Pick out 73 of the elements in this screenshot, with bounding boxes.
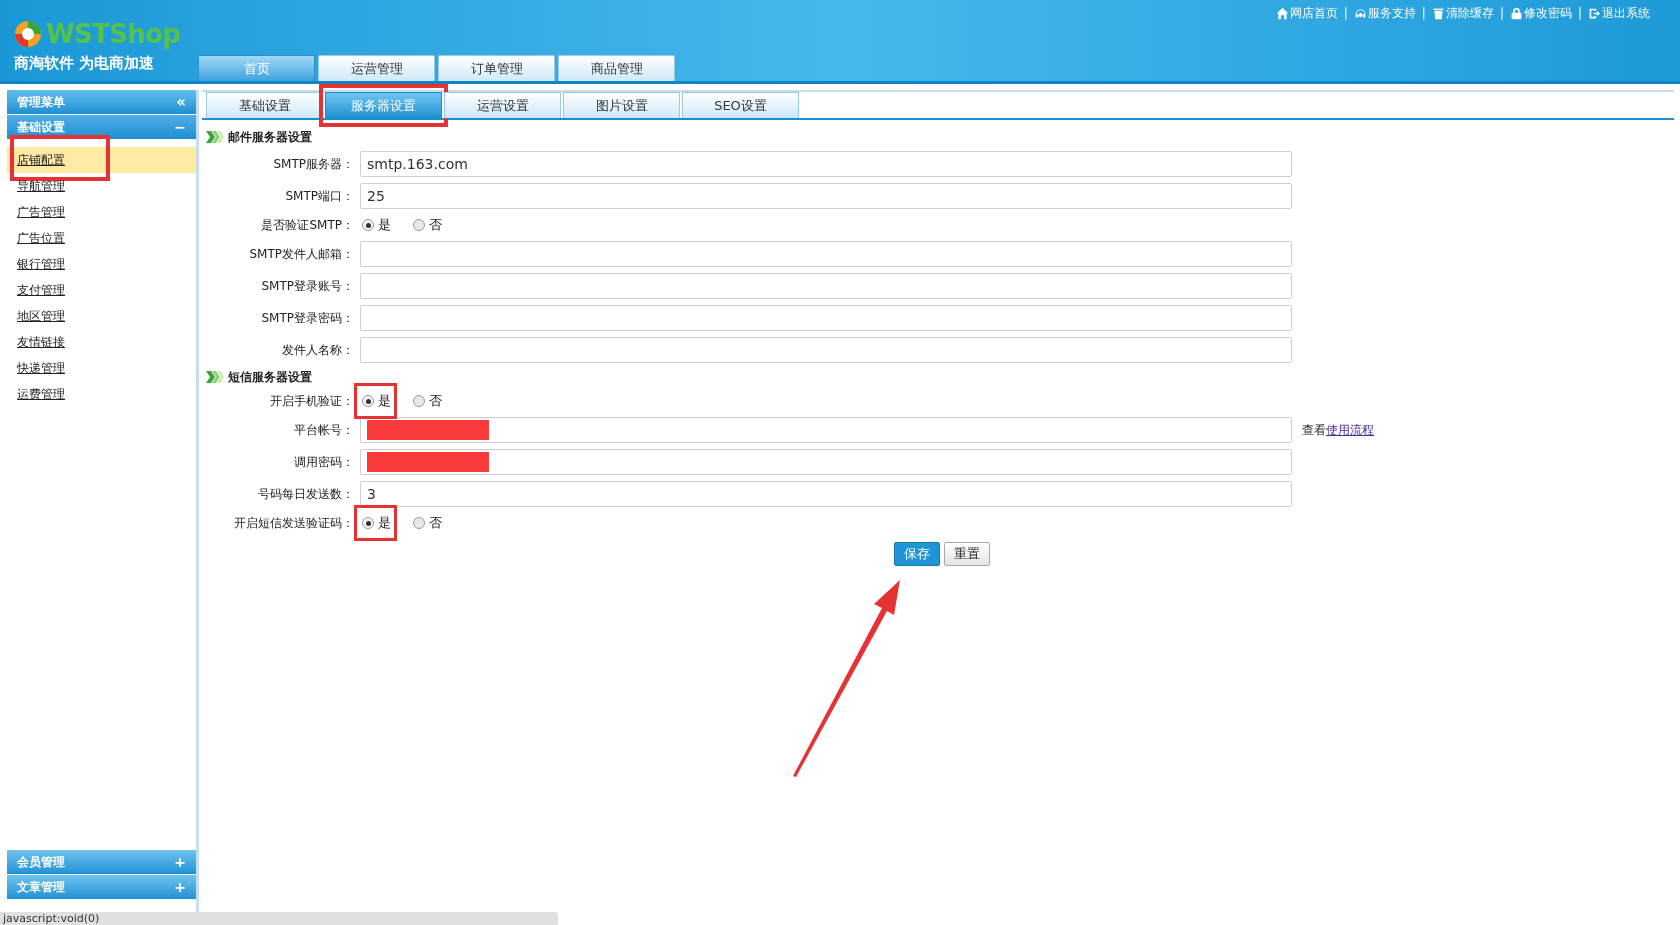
sidebar-item[interactable]: 运费管理	[7, 381, 196, 407]
help-note: 查看使用流程	[1302, 422, 1374, 439]
settings-tab[interactable]: SEO设置	[682, 92, 799, 118]
text-field[interactable]: smtp.163.com	[360, 151, 1292, 177]
settings-tab[interactable]: 运营设置	[444, 92, 561, 118]
radio-option[interactable]: 是	[362, 215, 391, 235]
trash-icon	[1431, 6, 1445, 20]
field-label: 开启手机验证：	[269, 393, 355, 410]
field-label: SMTP服务器：	[272, 156, 355, 173]
radio-button[interactable]	[413, 517, 425, 529]
radio-button[interactable]	[362, 517, 374, 529]
text-field[interactable]: 3	[360, 481, 1292, 507]
home-icon	[1275, 6, 1289, 20]
sidebar-item[interactable]: 快递管理	[7, 355, 196, 381]
separator: |	[1421, 5, 1426, 22]
sidebar-item[interactable]: 地区管理	[7, 303, 196, 329]
logo-text: WSTShop	[46, 21, 181, 47]
status-bar: javascript:void(0)	[0, 912, 558, 925]
section-title: 邮件服务器设置	[228, 129, 312, 146]
field-label: 开启短信发送验证码：	[233, 515, 355, 532]
group-label: 文章管理	[17, 879, 65, 896]
radio-button[interactable]	[362, 395, 374, 407]
text-field[interactable]: 25	[360, 183, 1292, 209]
field-label: 调用密码：	[293, 454, 355, 471]
radio-option[interactable]: 否	[413, 513, 442, 533]
field-label: SMTP端口：	[284, 188, 355, 205]
nav-tab[interactable]: 运营管理	[318, 55, 435, 81]
field-label: 号码每日发送数：	[257, 486, 355, 503]
logo-slogan: 商淘软件 为电商加速	[14, 53, 156, 74]
radio-option[interactable]: 是	[362, 391, 391, 411]
lock-icon	[1509, 6, 1523, 20]
separator: |	[1499, 5, 1504, 22]
field-label: 平台帐号：	[293, 422, 355, 439]
sidebar-item[interactable]: 支付管理	[7, 277, 196, 303]
chevrons-icon	[206, 131, 224, 143]
headset-icon	[1353, 6, 1367, 20]
text-field[interactable]	[360, 305, 1292, 331]
text-field[interactable]	[360, 417, 1292, 443]
field-label: 发件人名称：	[281, 342, 355, 359]
text-field[interactable]	[360, 273, 1292, 299]
group-label: 基础设置	[17, 119, 65, 136]
separator: |	[1577, 5, 1582, 22]
logo-icon	[14, 20, 42, 48]
group-label: 会员管理	[17, 854, 65, 871]
radio-option[interactable]: 是	[362, 513, 391, 533]
sidebar-item[interactable]: 店铺配置	[7, 147, 196, 173]
nav-tab[interactable]: 商品管理	[558, 55, 675, 81]
chevrons-icon	[206, 371, 224, 383]
text-field[interactable]	[360, 337, 1292, 363]
section-title: 短信服务器设置	[228, 369, 312, 386]
settings-tab[interactable]: 图片设置	[563, 92, 680, 118]
field-label: SMTP发件人邮箱：	[248, 246, 355, 263]
sidebar-item[interactable]: 导航管理	[7, 173, 196, 199]
sidebar-item[interactable]: 广告位置	[7, 225, 196, 251]
sidebar-title: 管理菜单	[17, 94, 65, 111]
sidebar-item[interactable]: 广告管理	[7, 199, 196, 225]
nav-tab[interactable]: 订单管理	[438, 55, 555, 81]
field-label: SMTP登录账号：	[260, 278, 355, 295]
sidebar-item[interactable]: 银行管理	[7, 251, 196, 277]
logout-icon	[1588, 6, 1601, 20]
text-field[interactable]	[360, 449, 1292, 475]
radio-button[interactable]	[413, 395, 425, 407]
help-link[interactable]: 使用流程	[1326, 423, 1374, 437]
radio-option[interactable]: 否	[413, 391, 442, 411]
radio-button[interactable]	[362, 219, 374, 231]
text-field[interactable]	[360, 241, 1292, 267]
separator: |	[1343, 5, 1348, 22]
field-label: SMTP登录密码：	[260, 310, 355, 327]
field-label: 是否验证SMTP：	[260, 217, 355, 234]
sidebar-item[interactable]: 友情链接	[7, 329, 196, 355]
radio-button[interactable]	[413, 219, 425, 231]
reset-button[interactable]: 重置	[944, 542, 990, 566]
radio-option[interactable]: 否	[413, 215, 442, 235]
